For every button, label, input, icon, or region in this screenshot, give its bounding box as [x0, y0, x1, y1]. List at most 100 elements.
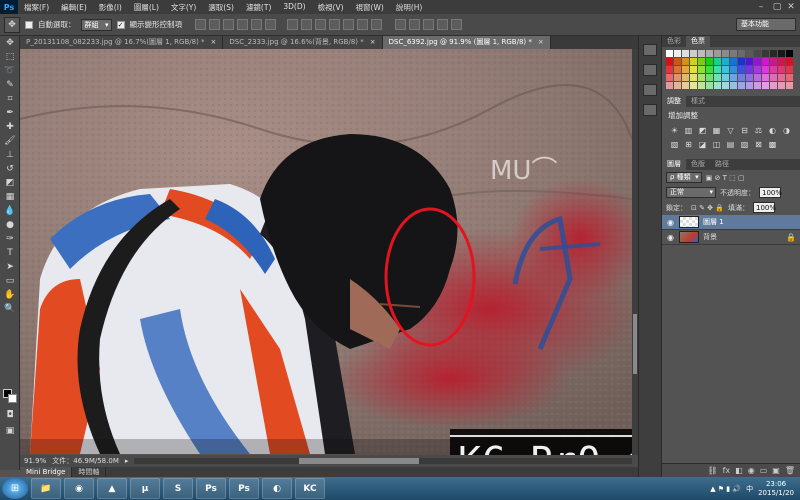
image-canvas[interactable]: MU⌒ KC PrO_dUctiON [20, 49, 632, 455]
color-swatch[interactable] [778, 82, 785, 89]
color-swatch[interactable] [690, 50, 697, 57]
adjustment-icon[interactable]: ◪ [698, 140, 707, 149]
color-swatch[interactable] [738, 74, 745, 81]
color-swatch[interactable] [714, 82, 721, 89]
brush-tool-icon[interactable]: 🖌 [0, 134, 20, 148]
color-swatch[interactable] [682, 74, 689, 81]
adjustment-icon[interactable]: ▧ [670, 140, 679, 149]
taskbar-photoshop-1-icon[interactable]: Ps [196, 478, 226, 499]
distribute-left-icon[interactable] [329, 19, 340, 30]
fill-field[interactable]: 100% [753, 202, 776, 213]
document-tab[interactable]: P_20131108_082233.jpg @ 16.7%(圖層 1, RGB/… [20, 36, 224, 49]
3d-rotate-icon[interactable] [395, 19, 406, 30]
gradient-tool-icon[interactable]: ▦ [0, 190, 20, 204]
color-swatch[interactable] [746, 66, 753, 73]
color-swatch[interactable] [722, 66, 729, 73]
color-swatch[interactable] [714, 66, 721, 73]
move-tool-icon[interactable]: ✥ [0, 36, 20, 50]
distribute-right-icon[interactable] [357, 19, 368, 30]
color-swatch[interactable] [706, 74, 713, 81]
color-swatch[interactable] [690, 82, 697, 89]
taskbar-skype-icon[interactable]: S [163, 478, 193, 499]
language-indicator[interactable]: 中 [746, 484, 753, 494]
type-tool-icon[interactable]: T [0, 246, 20, 260]
align-top-icon[interactable] [195, 19, 206, 30]
menu-item[interactable]: 視窗(W) [350, 2, 390, 13]
color-swatch[interactable] [682, 82, 689, 89]
color-swatch[interactable] [762, 50, 769, 57]
color-swatch[interactable] [722, 74, 729, 81]
info-panel-icon[interactable] [643, 84, 657, 96]
layer-footer-icon[interactable]: fx [723, 466, 731, 475]
adjustment-icon[interactable]: ▤ [726, 140, 735, 149]
crop-tool-icon[interactable]: ⌗ [0, 92, 20, 106]
color-swatch[interactable] [738, 82, 745, 89]
color-swatch[interactable] [714, 74, 721, 81]
color-swatch[interactable] [722, 82, 729, 89]
distribute-vcenter-icon[interactable] [301, 19, 312, 30]
color-swatch[interactable] [674, 66, 681, 73]
color-swatch[interactable] [666, 74, 673, 81]
maximize-button[interactable]: ▢ [770, 0, 784, 14]
layer-footer-icon[interactable]: ▭ [760, 466, 768, 475]
color-swatch[interactable] [698, 66, 705, 73]
color-swatch[interactable] [770, 50, 777, 57]
adjustment-icon[interactable]: ⊟ [740, 126, 749, 135]
panel-tab[interactable]: 色版 [686, 159, 710, 170]
zoom-level[interactable]: 91.9% [24, 457, 46, 465]
eye-icon[interactable]: ◉ [666, 218, 675, 227]
color-swatch[interactable] [778, 74, 785, 81]
layer-footer-icon[interactable]: ◉ [748, 466, 755, 475]
eyedropper-tool-icon[interactable]: ✒ [0, 106, 20, 120]
properties-panel-icon[interactable] [643, 64, 657, 76]
layer-row[interactable]: ◉ 圖層 1 [662, 215, 800, 230]
color-swatch[interactable] [786, 82, 793, 89]
color-swatch[interactable] [730, 82, 737, 89]
layer-footer-icon[interactable]: ▣ [772, 466, 780, 475]
color-swatch[interactable] [714, 58, 721, 65]
color-swatch[interactable] [778, 58, 785, 65]
color-swatch[interactable] [698, 58, 705, 65]
color-swatch[interactable] [674, 74, 681, 81]
align-hcenter-icon[interactable] [251, 19, 262, 30]
panel-tab[interactable]: 圖層 [662, 159, 686, 170]
color-swatch[interactable] [674, 50, 681, 57]
menu-item[interactable]: 說明(H) [390, 2, 429, 13]
align-left-icon[interactable] [237, 19, 248, 30]
menu-item[interactable]: 選取(S) [202, 2, 240, 13]
menu-item[interactable]: 影像(I) [93, 2, 128, 13]
color-swatch[interactable] [666, 58, 673, 65]
menu-item[interactable]: 檔案(F) [18, 2, 55, 13]
character-panel-icon[interactable] [643, 104, 657, 116]
bottom-tab[interactable]: 時間軸 [72, 467, 107, 477]
align-bottom-icon[interactable] [223, 19, 234, 30]
history-brush-tool-icon[interactable]: ↺ [0, 162, 20, 176]
layer-kind-dropdown[interactable]: ρ 種類 [666, 172, 702, 183]
color-swatch[interactable] [754, 50, 761, 57]
close-button[interactable]: ✕ [784, 0, 798, 14]
color-swatch[interactable] [722, 58, 729, 65]
color-swatch[interactable] [666, 50, 673, 57]
color-swatch[interactable] [754, 58, 761, 65]
color-swatch[interactable] [722, 50, 729, 57]
panel-tab[interactable]: 色票 [686, 36, 710, 47]
color-swatch[interactable] [786, 50, 793, 57]
color-swatch[interactable] [690, 66, 697, 73]
color-swatch[interactable] [778, 50, 785, 57]
taskbar-explorer-icon[interactable]: 📁 [31, 478, 61, 499]
color-swatch[interactable] [730, 50, 737, 57]
tray-icons[interactable]: ▲ ⚑ ▮ 🔊 [710, 485, 741, 493]
color-swatch[interactable] [714, 50, 721, 57]
adjustment-icon[interactable]: ▩ [768, 140, 777, 149]
blend-mode-dropdown[interactable]: 正常 [666, 187, 716, 198]
3d-pan-icon[interactable] [423, 19, 434, 30]
menu-item[interactable]: 編輯(E) [55, 2, 93, 13]
taskbar-app9-icon[interactable]: KC [295, 478, 325, 499]
align-vcenter-icon[interactable] [209, 19, 220, 30]
color-swatch[interactable] [706, 58, 713, 65]
healing-brush-tool-icon[interactable]: ✚ [0, 120, 20, 134]
tab-close-icon[interactable]: × [211, 36, 217, 49]
taskbar-app3-icon[interactable]: ▲ [97, 478, 127, 499]
color-swatch[interactable] [746, 58, 753, 65]
adjustment-icon[interactable]: ⚖ [754, 126, 763, 135]
